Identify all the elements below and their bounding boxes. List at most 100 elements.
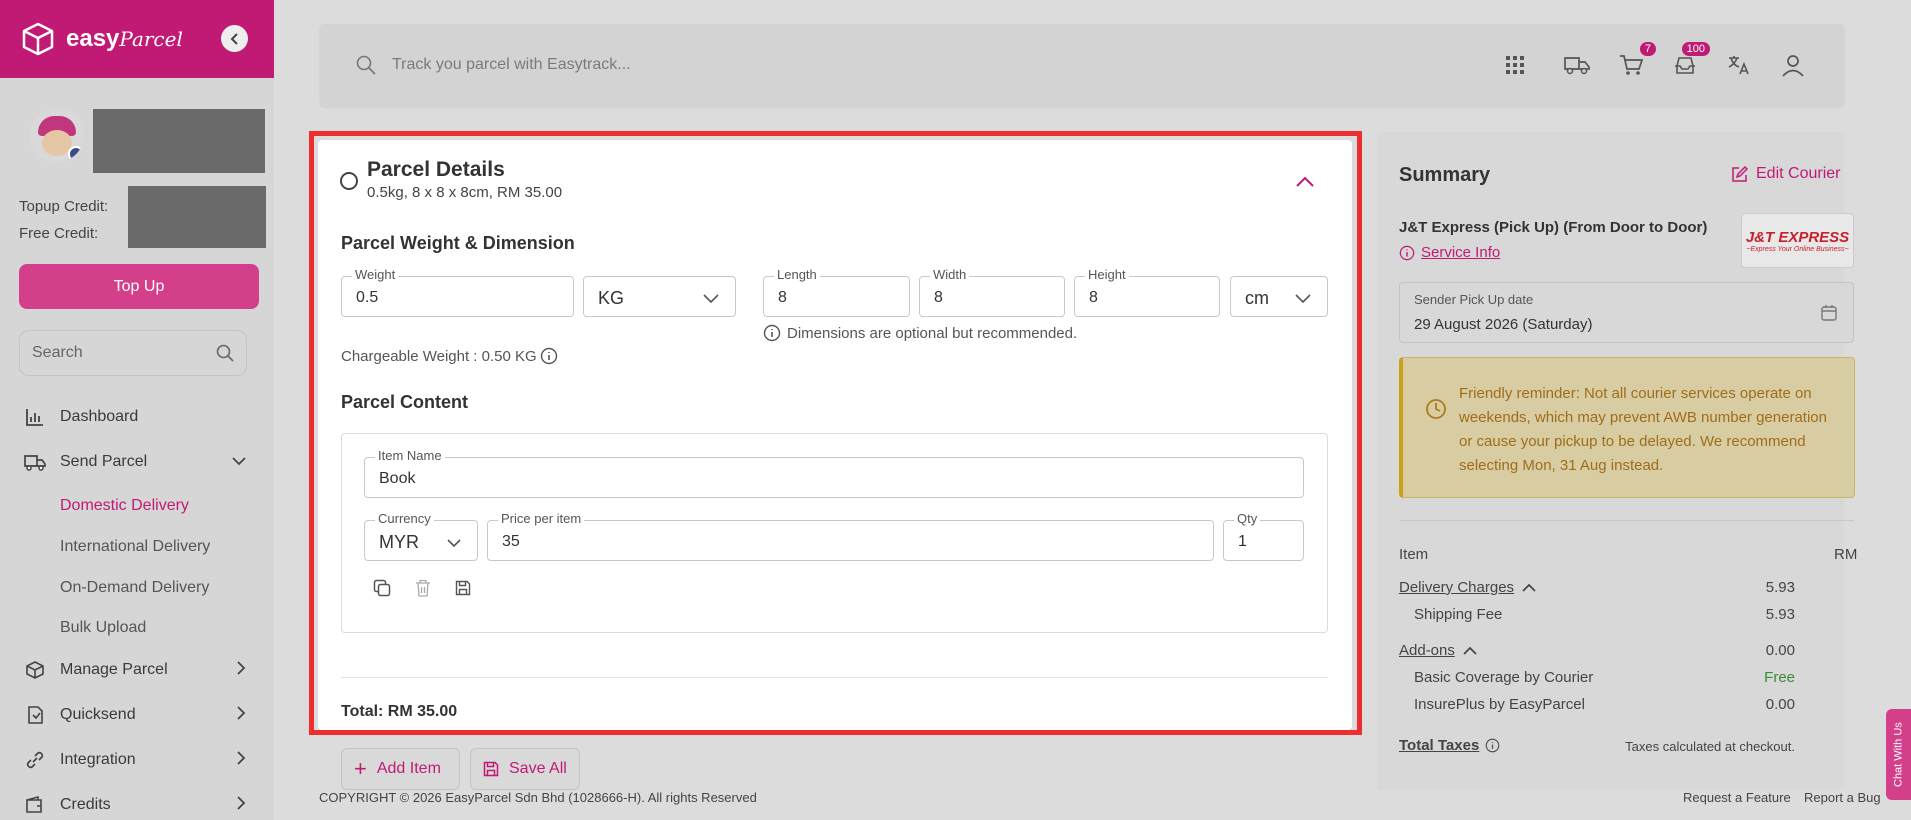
save-all-button[interactable]: Save All <box>470 748 580 790</box>
sidebar-search-input[interactable]: Search <box>19 330 247 376</box>
chevron-right-icon <box>237 795 246 815</box>
sidebar-subitem-domestic-delivery[interactable]: Domestic Delivery <box>60 497 189 515</box>
edit-courier-button[interactable]: Edit Courier <box>1731 165 1840 183</box>
length-value: 8 <box>778 289 787 306</box>
topbar: Track you parcel with Easytrack... 7 100 <box>320 24 1844 106</box>
weight-unit-select[interactable]: KG <box>583 276 736 317</box>
sidebar-item-manage-parcel[interactable]: Manage Parcel <box>24 659 246 681</box>
pickup-date-input[interactable]: Sender Pick Up date 29 August 2026 (Satu… <box>1399 282 1854 343</box>
link-icon <box>24 749 46 771</box>
delivery-truck-icon[interactable] <box>1562 50 1592 80</box>
pickup-date-value: 29 August 2026 (Saturday) <box>1414 316 1593 333</box>
currency-header: RM <box>1834 546 1858 563</box>
sidebar-item-credits[interactable]: Credits <box>24 794 246 816</box>
weekend-reminder: Friendly reminder: Not all courier servi… <box>1399 357 1855 498</box>
width-label: Width <box>930 267 970 282</box>
translate-icon[interactable] <box>1724 50 1754 80</box>
parcel-content-heading: Parcel Content <box>341 392 469 412</box>
request-feature-link[interactable]: Request a Feature <box>1683 790 1791 805</box>
redacted-user-name <box>93 109 265 173</box>
cart-badge: 7 <box>1639 42 1656 56</box>
weight-input[interactable]: Weight 0.5 <box>341 267 574 317</box>
courier-logo-tagline: ~Express Your Online Business~ <box>1746 245 1849 253</box>
sidebar-item-send-parcel[interactable]: Send Parcel <box>24 451 246 473</box>
add-item-label: Add Item <box>376 760 441 777</box>
plus-icon: + <box>354 756 367 781</box>
info-icon <box>763 324 781 342</box>
notification-icon[interactable]: 100 <box>1670 42 1710 80</box>
save-icon <box>483 761 499 777</box>
truck-icon <box>24 451 46 473</box>
insureplus-label: InsurePlus by EasyParcel <box>1414 696 1585 713</box>
avatar[interactable] <box>30 108 84 162</box>
addons-toggle[interactable]: Add-ons <box>1399 642 1477 659</box>
delivery-charges-toggle[interactable]: Delivery Charges <box>1399 579 1536 596</box>
apps-grid-icon[interactable] <box>1500 50 1530 80</box>
collapse-sidebar-button[interactable] <box>221 25 248 52</box>
topup-credit-label: Topup Credit: <box>19 198 109 215</box>
brand-name-script: Parcel <box>119 27 183 51</box>
parcel-select-radio[interactable] <box>340 172 358 190</box>
info-icon[interactable] <box>540 347 558 365</box>
weight-value: 0.5 <box>356 289 379 306</box>
service-info-link[interactable]: Service Info <box>1399 244 1500 261</box>
chevron-down-icon <box>703 291 719 309</box>
dimension-unit-value: cm <box>1245 288 1269 308</box>
chevron-right-icon <box>237 705 246 725</box>
summary-title: Summary <box>1399 164 1491 186</box>
sidebar-subitem-on-demand-delivery[interactable]: On-Demand Delivery <box>60 579 209 597</box>
top-up-button[interactable]: Top Up <box>19 264 259 309</box>
item-name-input[interactable]: Item Name Book <box>364 448 1304 498</box>
delete-icon[interactable] <box>413 578 433 598</box>
divider <box>341 677 1328 678</box>
currency-select[interactable]: Currency MYR <box>364 511 478 561</box>
chevron-up-icon[interactable] <box>1296 174 1314 192</box>
info-icon <box>1399 245 1415 260</box>
reminder-text: Friendly reminder: Not all courier servi… <box>1459 385 1827 474</box>
chevron-down-icon <box>232 453 246 471</box>
box-icon <box>24 659 46 681</box>
insureplus-value: 0.00 <box>1765 696 1795 713</box>
chat-with-us-button[interactable]: Chat With Us <box>1886 709 1911 800</box>
wallet-icon <box>24 794 46 816</box>
user-account-icon[interactable] <box>1778 50 1808 80</box>
width-input[interactable]: Width 8 <box>919 267 1065 317</box>
box-logo-icon <box>22 22 54 56</box>
save-all-label: Save All <box>509 760 567 777</box>
info-icon[interactable] <box>1485 738 1500 753</box>
sidebar-item-label: Send Parcel <box>60 453 148 470</box>
length-label: Length <box>774 267 820 282</box>
courier-logo-text: J&T EXPRESS <box>1745 228 1850 246</box>
basic-coverage-value: Free <box>1764 669 1795 686</box>
add-item-button[interactable]: + Add Item <box>341 748 460 790</box>
sidebar-item-dashboard[interactable]: Dashboard <box>24 406 246 428</box>
chevron-left-icon <box>230 32 238 45</box>
item-name-value: Book <box>379 470 416 487</box>
sidebar: easyParcel Topup Credit: Free Credit: To… <box>0 0 274 820</box>
cart-icon[interactable]: 7 <box>1616 42 1656 80</box>
edit-courier-label: Edit Courier <box>1756 165 1841 182</box>
addons-value: 0.00 <box>1765 642 1795 659</box>
sidebar-item-integration[interactable]: Integration <box>24 749 246 771</box>
height-input[interactable]: Height 8 <box>1074 267 1220 317</box>
price-per-item-input[interactable]: Price per item 35 <box>487 511 1214 561</box>
easytrack-search-input[interactable]: Track you parcel with Easytrack... <box>392 56 1476 74</box>
height-value: 8 <box>1089 289 1098 306</box>
parcel-details-title: Parcel Details <box>367 158 505 181</box>
qty-input[interactable]: Qty 1 <box>1223 511 1304 561</box>
length-input[interactable]: Length 8 <box>763 267 910 317</box>
duplicate-icon[interactable] <box>372 578 392 598</box>
total-taxes-label: Total Taxes <box>1399 737 1480 754</box>
pickup-date-label: Sender Pick Up date <box>1414 292 1534 307</box>
chargeable-weight: Chargeable Weight : 0.50 KG <box>341 347 558 365</box>
dimension-unit-select[interactable]: cm <box>1230 276 1328 317</box>
sidebar-subitem-bulk-upload[interactable]: Bulk Upload <box>60 619 146 637</box>
sidebar-item-quicksend[interactable]: Quicksend <box>24 704 246 726</box>
sidebar-item-label: Manage Parcel <box>60 661 168 678</box>
brand-bar: easyParcel <box>0 0 274 78</box>
sidebar-subitem-international-delivery[interactable]: International Delivery <box>60 538 210 556</box>
report-bug-link[interactable]: Report a Bug <box>1804 790 1881 805</box>
delivery-charges-value: 5.93 <box>1765 579 1795 596</box>
dimension-hint: Dimensions are optional but recommended. <box>763 324 1077 342</box>
save-icon[interactable] <box>453 578 473 598</box>
